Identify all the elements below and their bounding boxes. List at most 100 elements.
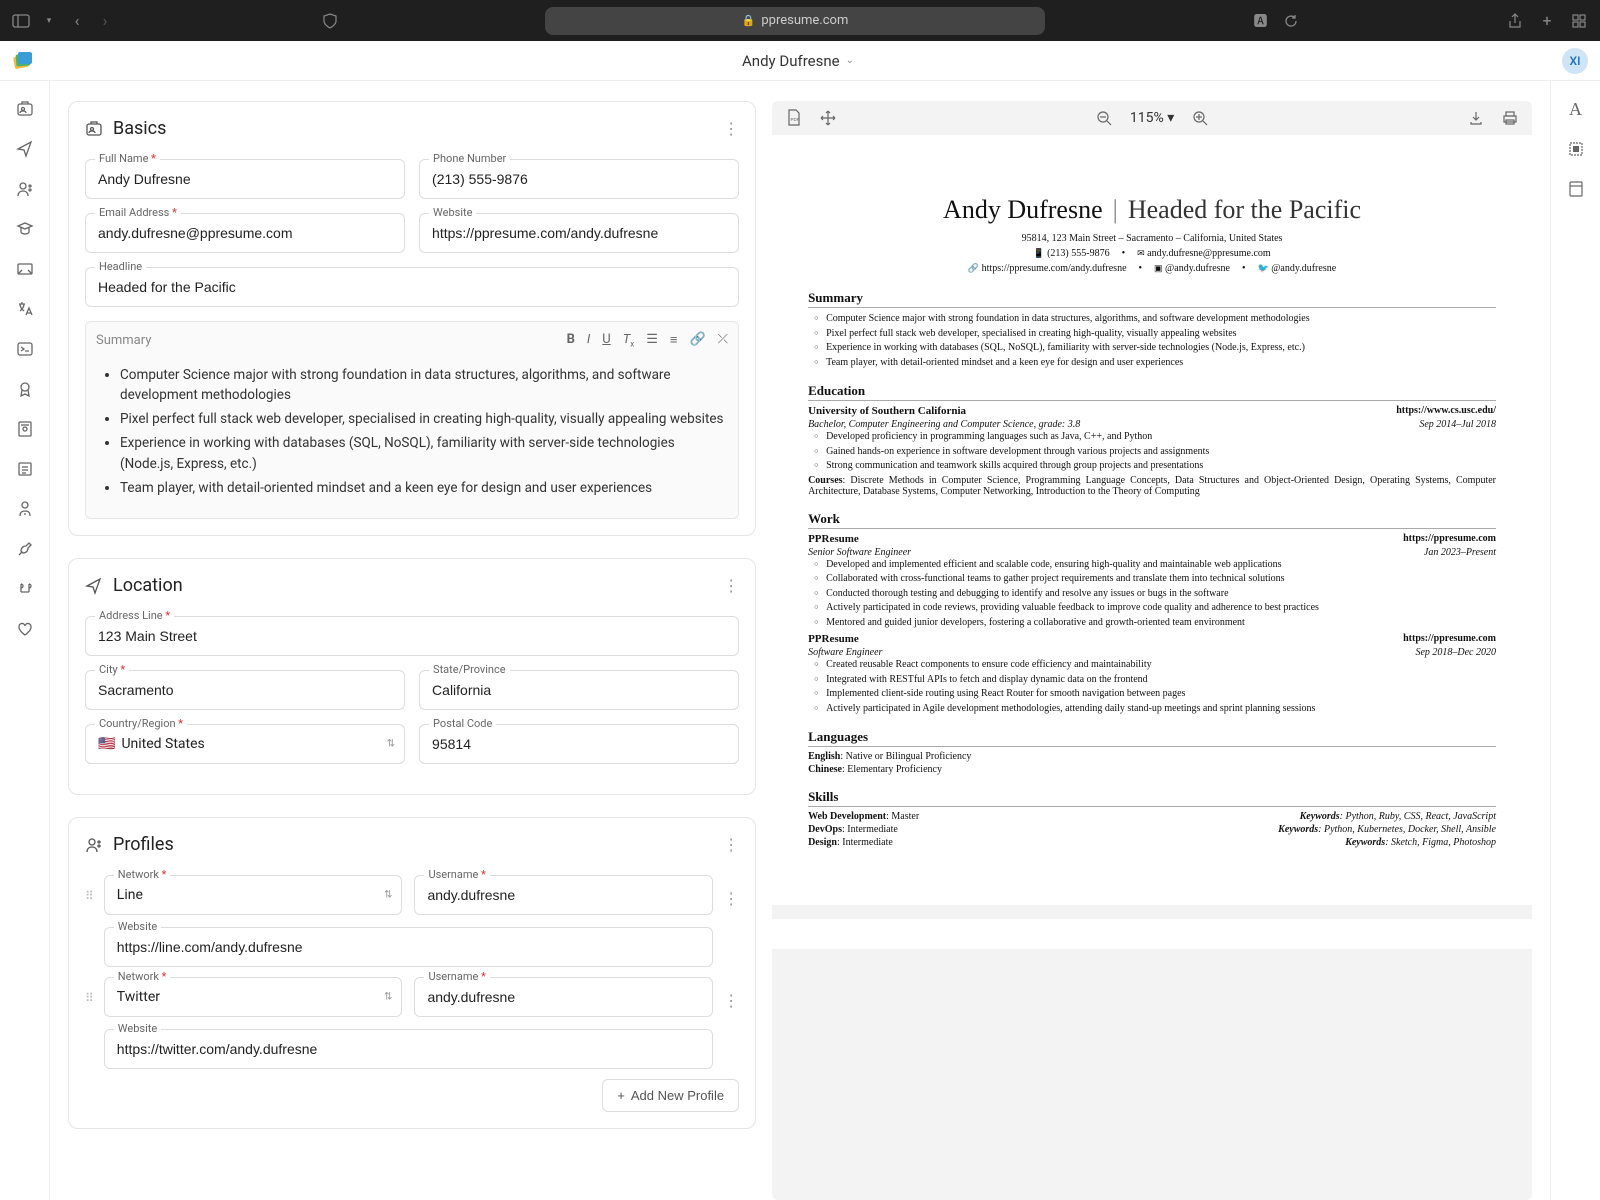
next-page (772, 919, 1532, 949)
tabs-icon[interactable] (1570, 12, 1588, 30)
city-input[interactable] (85, 670, 405, 710)
profiles-nav-icon[interactable] (15, 179, 35, 199)
doc-name: Andy Dufresne (943, 195, 1103, 225)
section-menu-icon[interactable]: ⋮ (723, 119, 739, 138)
plus-icon: + (617, 1088, 625, 1103)
address-label: Address Line * (95, 609, 174, 622)
preview-scroll[interactable]: Andy Dufresne | Headed for the Pacific 9… (772, 135, 1532, 1200)
profile-item: ⠿ Network * Line ⇅ Username * Website ⋮ (85, 875, 739, 967)
education-nav-icon[interactable] (15, 219, 35, 239)
certificates-nav-icon[interactable] (15, 419, 35, 439)
chevron-down-icon[interactable]: ▾ (40, 12, 58, 30)
email-input[interactable] (85, 213, 405, 253)
projects-nav-icon[interactable] (15, 539, 35, 559)
section-menu-icon[interactable]: ⋮ (723, 576, 739, 595)
right-nav-rail: A (1550, 81, 1600, 1200)
unlink-icon[interactable]: ⤫ (718, 332, 728, 349)
languages-nav-icon[interactable] (15, 299, 35, 319)
add-profile-button[interactable]: + Add New Profile (602, 1079, 739, 1112)
zoom-level[interactable]: 115% ▾ (1130, 110, 1174, 126)
state-label: State/Province (429, 663, 510, 676)
url-text: ppresume.com (761, 13, 848, 28)
print-icon[interactable] (1502, 110, 1518, 126)
drag-handle-icon[interactable]: ⠿ (85, 977, 94, 1005)
profile-menu-icon[interactable]: ⋮ (723, 875, 739, 908)
translate-icon[interactable]: 🅰 (1252, 12, 1270, 30)
forward-icon: › (96, 12, 114, 30)
email-icon: ✉ (1137, 248, 1145, 258)
layout-icon[interactable] (1566, 139, 1586, 159)
languages-heading: Languages (808, 729, 1496, 747)
drag-handle-icon[interactable]: ⠿ (85, 875, 94, 903)
postal-label: Postal Code (429, 717, 496, 730)
basics-section: Basics ⋮ Full Name * Phone Number Ema (68, 101, 756, 536)
refresh-icon[interactable] (1282, 12, 1300, 30)
ol-icon[interactable]: ≡ (670, 332, 678, 349)
profile-menu-icon[interactable]: ⋮ (723, 977, 739, 1010)
username-input[interactable] (414, 875, 713, 915)
share-icon[interactable] (1506, 12, 1524, 30)
twitter-icon: 🐦 (1258, 263, 1269, 273)
profile-website-input[interactable] (104, 927, 713, 967)
basics-nav-icon[interactable] (15, 99, 35, 119)
zoom-in-icon[interactable] (1192, 110, 1208, 126)
network-select[interactable]: Twitter (104, 977, 403, 1017)
profiles-section: Profiles ⋮ ⠿ Network * Line ⇅ Username *… (68, 817, 756, 1129)
new-tab-icon[interactable]: + (1538, 12, 1556, 30)
pdf-icon[interactable]: PDF (786, 109, 802, 127)
url-bar[interactable]: 🔒 ppresume.com (545, 7, 1045, 35)
document-title[interactable]: Andy Dufresne ⌄ (34, 52, 1562, 70)
sidebar-toggle-icon[interactable] (12, 12, 30, 30)
left-nav-rail (0, 81, 50, 1200)
city-label: City * (95, 663, 129, 676)
network-select[interactable]: Line (104, 875, 403, 915)
typography-icon[interactable]: A (1566, 99, 1586, 119)
headline-input[interactable] (85, 267, 739, 307)
zoom-out-icon[interactable] (1096, 110, 1112, 126)
section-menu-icon[interactable]: ⋮ (723, 835, 739, 854)
summary-content[interactable]: Computer Science major with strong found… (96, 359, 728, 509)
references-nav-icon[interactable] (15, 499, 35, 519)
summary-heading: Summary (808, 290, 1496, 308)
template-icon[interactable] (1566, 179, 1586, 199)
user-avatar[interactable]: XI (1562, 48, 1588, 74)
awards-nav-icon[interactable] (15, 379, 35, 399)
country-select[interactable]: 🇺🇸 United States (85, 724, 405, 764)
back-icon[interactable]: ‹ (68, 12, 86, 30)
work-heading: Work (808, 511, 1496, 529)
full-name-label: Full Name * (95, 152, 160, 165)
italic-icon[interactable]: I (587, 332, 590, 349)
app-logo[interactable] (12, 50, 34, 72)
volunteer-nav-icon[interactable] (15, 619, 35, 639)
id-card-icon (85, 120, 103, 138)
bold-icon[interactable]: B (567, 332, 575, 349)
line-icon: ▣ (1154, 263, 1163, 273)
address-input[interactable] (85, 616, 739, 656)
terminal-nav-icon[interactable] (15, 339, 35, 359)
postal-input[interactable] (419, 724, 739, 764)
chevron-down-icon: ⌄ (846, 55, 854, 66)
username-input[interactable] (414, 977, 713, 1017)
website-label: Website (429, 206, 476, 219)
preview-column: PDF 115% ▾ Andy Dufresne | Headed for th… (772, 101, 1532, 1200)
clear-format-icon[interactable]: Tx (623, 332, 635, 349)
website-input[interactable] (419, 213, 739, 253)
download-icon[interactable] (1468, 110, 1484, 126)
work-nav-icon[interactable] (15, 259, 35, 279)
state-input[interactable] (419, 670, 739, 710)
interests-nav-icon[interactable] (15, 579, 35, 599)
summary-label: Summary (96, 333, 567, 348)
browser-chrome: ▾ ‹ › 🔒 ppresume.com 🅰 + (0, 0, 1600, 41)
underline-icon[interactable]: U (602, 332, 610, 349)
full-name-input[interactable] (85, 159, 405, 199)
location-nav-icon[interactable] (15, 139, 35, 159)
profile-website-input[interactable] (104, 1029, 713, 1069)
shield-icon[interactable] (321, 12, 339, 30)
publications-nav-icon[interactable] (15, 459, 35, 479)
move-icon[interactable] (820, 110, 836, 126)
phone-input[interactable] (419, 159, 739, 199)
link-icon[interactable]: 🔗 (689, 332, 705, 349)
ul-icon[interactable]: ☰ (646, 332, 658, 349)
editor-column: Basics ⋮ Full Name * Phone Number Ema (68, 101, 756, 1200)
username-label: Username * (424, 970, 489, 983)
